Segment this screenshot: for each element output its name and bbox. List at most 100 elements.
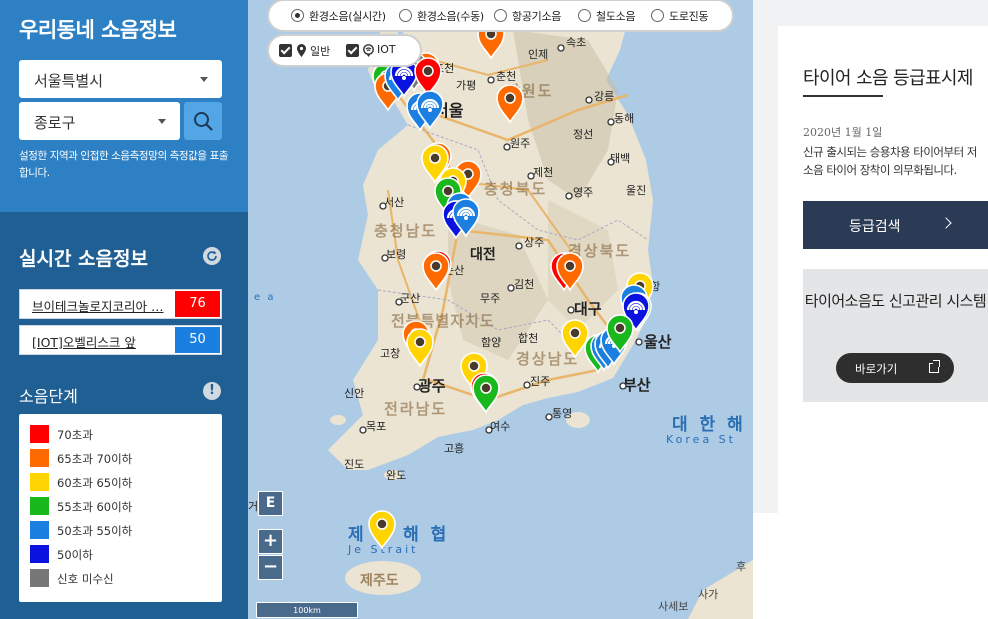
app-root: 우리동네 소음정보 서울특별시 종로구 설정한 지역과 인접한 소음측정망의 측… (0, 0, 988, 619)
city-dot (413, 383, 421, 391)
go-shortcut-button[interactable]: 바로가기 (836, 353, 954, 383)
marker-filter-toolbar: 일반 IOT (269, 36, 420, 65)
right-panel-edge (753, 513, 778, 619)
grade-search-label: 등급검색 (849, 219, 901, 235)
mode-label: 환경소음(수동) (417, 10, 484, 23)
map-pin-icon (297, 44, 306, 57)
legend-label: 55초과 60이하 (57, 500, 133, 514)
radio-icon (578, 9, 591, 22)
tire-noise-date: 2020년 1월 1일 (803, 126, 883, 139)
realtime-row[interactable]: [IOT]오벨리스크 앞 50 (19, 325, 222, 355)
tire-noise-card: 타이어 소음 등급표시제 2020년 1월 1일 신규 출시되는 승용차용 타이… (778, 26, 988, 619)
city-dot (527, 172, 535, 180)
city-dot (485, 426, 493, 434)
go-shortcut-label: 바로가기 (855, 362, 898, 376)
refresh-button[interactable] (203, 247, 221, 265)
mode-label: 환경소음(실시간) (309, 10, 386, 23)
legend-label: 50초과 55이하 (57, 524, 133, 538)
search-help-text: 설정한 지역과 인접한 소음측정망의 측정값을 표출합니다. (19, 150, 229, 179)
radio-icon (399, 9, 412, 22)
noise-legend: 70초과 65초과 70이하 60초과 65이하 55초과 60이하 50초과 … (19, 414, 222, 602)
title-underline (803, 95, 883, 97)
refresh-icon (207, 250, 217, 261)
filter-iot-checkbox[interactable] (346, 44, 359, 57)
realtime-row[interactable]: 브이테크놀로지코리아 … 76 (19, 289, 222, 319)
search-icon (194, 112, 213, 131)
chevron-right-icon (940, 217, 952, 229)
legend-label: 신호 미수신 (57, 572, 114, 586)
zoom-in-button[interactable]: + (258, 529, 283, 554)
region-select[interactable]: 서울특별시 (19, 60, 222, 98)
city-dot (567, 306, 575, 314)
legend-label: 50이하 (57, 548, 93, 562)
city-dot (487, 76, 495, 84)
city-dot (545, 413, 553, 421)
city-dot (523, 381, 531, 389)
noise-marker[interactable] (472, 374, 500, 414)
realtime-row-value: 50 (175, 327, 220, 353)
legend-swatch (30, 569, 49, 587)
filter-general-label: 일반 (310, 45, 331, 58)
legend-label: 70초과 (57, 428, 93, 442)
region-select-value: 서울특별시 (34, 72, 104, 90)
legend-label: 60초과 65이하 (57, 476, 133, 490)
mode-label: 도로진동 (669, 10, 709, 23)
noise-markers-layer (359, 20, 654, 550)
legend-label: 65초과 70이하 (57, 452, 133, 466)
filter-iot-label: IOT (377, 43, 396, 56)
city-dot (507, 284, 515, 292)
noise-marker[interactable] (414, 57, 442, 97)
info-icon[interactable]: ! (203, 382, 221, 400)
chevron-down-icon (158, 119, 166, 124)
district-select[interactable]: 종로구 (19, 102, 180, 140)
city-dot (515, 242, 523, 250)
city-dot (557, 44, 565, 52)
realtime-row-name[interactable]: [IOT]오벨리스크 앞 (32, 332, 172, 351)
legend-swatch (30, 497, 49, 515)
legend-swatch (30, 521, 49, 539)
city-dot (607, 118, 615, 126)
chevron-down-icon (200, 77, 208, 82)
city-dot (503, 143, 511, 151)
realtime-row-value: 76 (175, 291, 220, 317)
tire-noise-title: 타이어 소음 등급표시제 (803, 68, 973, 89)
noise-marker[interactable] (496, 84, 524, 124)
tire-report-system-box: 타이어소음도 신고관리 시스템 바로가기 (803, 269, 988, 402)
grade-search-button[interactable]: 등급검색 (803, 201, 988, 249)
legend-swatch (30, 473, 49, 491)
city-dot (359, 426, 367, 434)
noise-marker[interactable] (561, 319, 589, 359)
legend-title: 소음단계 (19, 387, 78, 406)
legend-swatch (30, 425, 49, 443)
city-dot (607, 158, 615, 166)
external-link-icon (929, 360, 940, 373)
noise-marker[interactable] (422, 252, 450, 292)
realtime-row-name[interactable]: 브이테크놀로지코리아 … (32, 296, 172, 315)
city-dot (395, 298, 403, 306)
tire-noise-description: 신규 출시되는 승용차용 타이어부터 저소음 타이어 장착이 의무화됩니다. (803, 145, 977, 177)
search-button[interactable] (184, 102, 222, 140)
noise-map[interactable]: 속초 인제 포천 춘천 가평 서울 강원도 강릉 동해 정선 원주 제천 태백 … (248, 0, 753, 619)
radio-icon (494, 9, 507, 22)
filter-general-checkbox[interactable] (279, 44, 292, 57)
zoom-out-button[interactable]: − (258, 555, 283, 580)
city-dot (379, 202, 387, 210)
sidebar: 우리동네 소음정보 서울특별시 종로구 설정한 지역과 인접한 소음측정망의 측… (0, 0, 248, 619)
mode-label: 철도소음 (596, 10, 636, 23)
city-dot (635, 338, 643, 346)
app-title: 우리동네 소음정보 (19, 18, 177, 42)
city-dot (381, 254, 389, 262)
noise-marker[interactable] (368, 510, 396, 550)
legend-swatch (30, 545, 49, 563)
map-e-button[interactable]: E (258, 491, 283, 516)
mode-label: 항공기소음 (512, 10, 562, 23)
city-dot (619, 382, 627, 390)
district-select-value: 종로구 (34, 114, 76, 132)
city-dot (585, 96, 593, 104)
noise-marker[interactable] (406, 328, 434, 368)
tire-report-system-title: 타이어소음도 신고관리 시스템 (804, 292, 987, 310)
radio-icon (651, 9, 664, 22)
radio-icon (291, 9, 304, 22)
measurement-mode-toolbar: 환경소음(실시간) 환경소음(수동) 항공기소음 철도소음 도로진동 (269, 1, 732, 30)
legend-swatch (30, 449, 49, 467)
